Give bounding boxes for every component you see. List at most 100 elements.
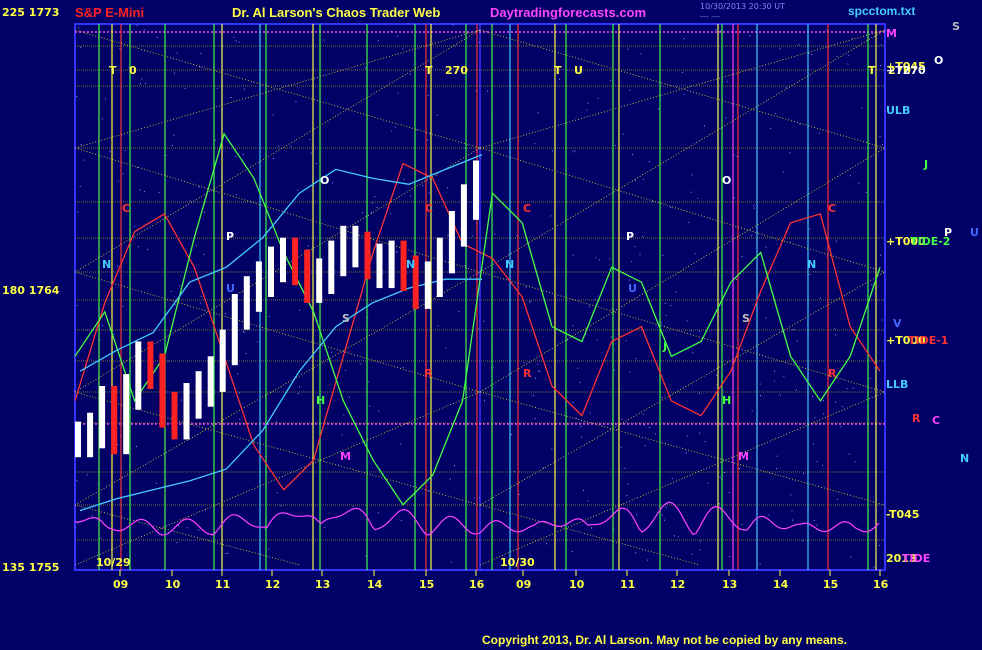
star <box>736 278 737 280</box>
star <box>518 493 520 495</box>
star <box>307 245 309 247</box>
star <box>620 446 622 448</box>
star <box>147 249 148 250</box>
star <box>179 285 181 287</box>
star <box>579 381 581 383</box>
star <box>76 96 78 97</box>
right-labels: M+T045+T270ULB+T000TIDE-2V+T000TIDE-1LLB… <box>886 27 950 565</box>
star <box>297 393 299 394</box>
date-label: 10/29 <box>96 556 131 569</box>
star <box>377 40 379 42</box>
star <box>534 377 536 379</box>
angle-line <box>479 391 886 566</box>
star <box>741 256 743 257</box>
right-label: LLB <box>886 378 908 391</box>
star <box>257 341 259 343</box>
planet-mark: T <box>554 64 562 77</box>
star <box>395 126 396 128</box>
star <box>374 196 376 198</box>
star <box>136 446 137 447</box>
price-bar <box>268 246 274 297</box>
star <box>881 144 883 146</box>
star <box>572 151 574 153</box>
price-bar <box>159 353 166 428</box>
far-right-label: N <box>960 452 969 465</box>
right-label: ULB <box>886 104 910 117</box>
star <box>848 453 850 455</box>
star <box>629 89 631 91</box>
star <box>244 332 246 334</box>
star <box>174 304 176 306</box>
star <box>176 542 178 543</box>
star <box>704 441 706 443</box>
star <box>662 254 664 256</box>
planet-mark: R <box>424 367 433 380</box>
star <box>552 150 554 152</box>
star <box>198 186 200 188</box>
star <box>852 387 854 389</box>
x-tick-label: 12 <box>670 578 685 591</box>
star <box>550 215 552 217</box>
star <box>665 314 667 316</box>
star <box>235 40 237 42</box>
angle-line <box>74 391 481 566</box>
star <box>272 114 274 116</box>
star <box>225 313 227 315</box>
star <box>609 258 611 260</box>
star <box>86 474 88 476</box>
price-bar <box>111 386 118 455</box>
star <box>642 178 644 180</box>
star <box>447 234 449 236</box>
x-tick-label: 13 <box>315 578 330 591</box>
star <box>750 235 752 237</box>
star <box>79 186 81 187</box>
star <box>595 257 597 259</box>
star <box>691 174 693 176</box>
star <box>297 189 299 191</box>
star <box>567 339 569 341</box>
site-link[interactable]: Daytradingforecasts.com <box>490 5 646 20</box>
star <box>396 35 398 37</box>
star <box>92 515 93 517</box>
star <box>822 399 824 401</box>
star <box>809 228 811 230</box>
star <box>136 24 138 26</box>
star <box>572 325 574 327</box>
planet-mark: T <box>425 64 433 77</box>
planet-mark: T <box>109 64 117 77</box>
x-tick-label: 14 <box>773 578 789 591</box>
star <box>230 97 232 98</box>
star <box>572 254 574 256</box>
star <box>427 94 429 96</box>
star <box>589 412 591 414</box>
price-bar <box>195 371 202 419</box>
star <box>642 413 644 415</box>
price-bar <box>243 276 250 330</box>
star <box>396 251 398 253</box>
price-bar <box>436 237 443 297</box>
star <box>836 56 838 58</box>
star <box>716 374 718 376</box>
star <box>572 401 574 403</box>
star <box>624 467 626 469</box>
star <box>195 245 197 247</box>
star <box>369 405 371 407</box>
star <box>580 436 582 438</box>
star <box>332 182 334 184</box>
star <box>184 87 186 89</box>
star <box>416 129 418 131</box>
star <box>583 490 584 491</box>
star <box>138 246 139 248</box>
star <box>402 367 404 368</box>
star <box>642 235 644 237</box>
planet-mark: H <box>316 394 325 407</box>
star <box>795 389 797 391</box>
star <box>75 526 76 528</box>
star <box>813 520 815 521</box>
price-bar <box>171 391 178 440</box>
star <box>782 171 784 173</box>
star <box>189 200 191 202</box>
y-axis-label: 225 1773 <box>2 6 59 19</box>
star <box>834 328 836 330</box>
star <box>798 44 800 46</box>
